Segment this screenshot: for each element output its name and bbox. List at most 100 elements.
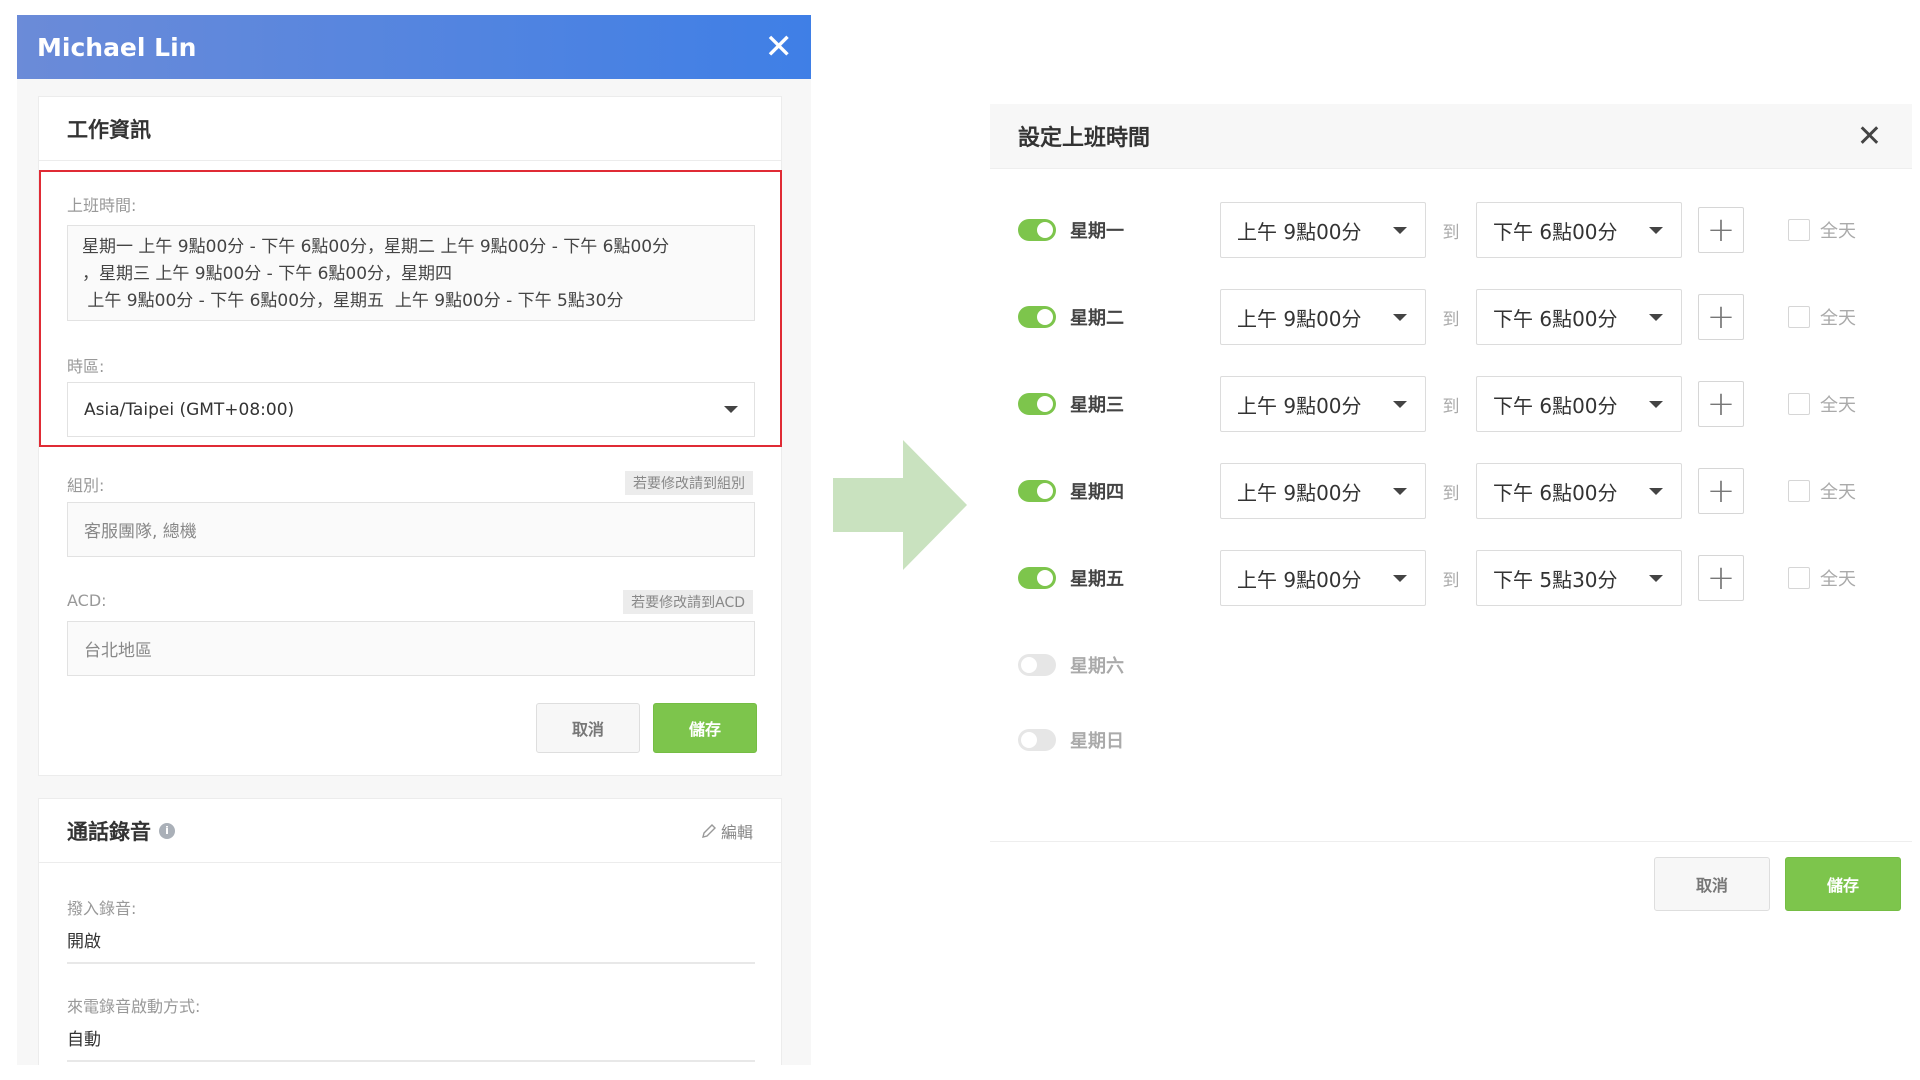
- day-label: 星期三: [1070, 395, 1124, 416]
- start-time-value: 上午 9點00分: [1237, 393, 1362, 418]
- dialog-header: 設定上班時間 ✕: [990, 104, 1912, 169]
- group-edit-hint: 若要修改請到組別: [625, 471, 753, 495]
- call-recording-card: 通話錄音 i 編輯 撥入錄音: 開啟 來電錄音啟動方式: 自動: [38, 798, 782, 1065]
- day-row: 星期六: [1018, 637, 1898, 693]
- allday-checkbox[interactable]: 全天: [1788, 565, 1856, 591]
- worktime-dialog: 設定上班時間 ✕ 星期一 上午 9點00分 到 下午 6點00分 + 全天 星期…: [990, 104, 1912, 924]
- worktime-line: 上午 9點00分 - 下午 6點00分，星期五 上午 9點00分 - 下午 5點…: [82, 291, 624, 311]
- checkbox-box[interactable]: [1788, 219, 1810, 241]
- start-time-select[interactable]: 上午 9點00分: [1220, 376, 1426, 432]
- recording-title-group: 通話錄音 i: [67, 816, 175, 846]
- day-toggle[interactable]: [1018, 219, 1056, 241]
- timezone-select[interactable]: Asia/Taipei (GMT+08:00): [67, 382, 755, 437]
- day-toggle[interactable]: [1018, 654, 1056, 676]
- day-toggle[interactable]: [1018, 480, 1056, 502]
- acd-value: 台北地區: [84, 641, 152, 661]
- end-time-select[interactable]: 下午 6點00分: [1476, 289, 1682, 345]
- agent-detail-panel: Michael Lin ✕ 工作資訊 上班時間: 星期一 上午 9點00分 - …: [17, 15, 811, 1065]
- day-label: 星期一: [1070, 221, 1124, 242]
- end-time-value: 下午 6點00分: [1493, 393, 1618, 418]
- start-time-select[interactable]: 上午 9點00分: [1220, 289, 1426, 345]
- panel-header: Michael Lin ✕: [17, 15, 811, 79]
- pencil-icon: [702, 823, 716, 838]
- plus-icon[interactable]: +: [1698, 294, 1744, 340]
- chevron-down-icon: [1393, 487, 1407, 495]
- start-time-select[interactable]: 上午 9點00分: [1220, 463, 1426, 519]
- chevron-down-icon: [1649, 400, 1663, 408]
- chevron-down-icon: [1649, 313, 1663, 321]
- work-info-title: 工作資訊: [39, 97, 781, 161]
- day-toggle[interactable]: [1018, 306, 1056, 328]
- allday-checkbox[interactable]: 全天: [1788, 391, 1856, 417]
- plus-icon[interactable]: +: [1698, 381, 1744, 427]
- incoming-mode-item: 來電錄音啟動方式: 自動: [67, 993, 755, 1062]
- chevron-down-icon: [1393, 313, 1407, 321]
- to-label: 到: [1442, 396, 1460, 417]
- edit-label: 編輯: [720, 822, 753, 842]
- checkbox-box[interactable]: [1788, 480, 1810, 502]
- worktime-label: 上班時間:: [67, 196, 137, 215]
- allday-label: 全天: [1820, 221, 1856, 242]
- chevron-down-icon: [1649, 226, 1663, 234]
- group-field: 客服團隊, 總機: [67, 502, 755, 557]
- day-row: 星期五 上午 9點00分 到 下午 5點30分 + 全天: [1018, 550, 1898, 606]
- right-arrow-icon: [833, 440, 967, 570]
- cancel-button[interactable]: 取消: [536, 703, 640, 753]
- start-time-value: 上午 9點00分: [1237, 480, 1362, 505]
- allday-checkbox[interactable]: 全天: [1788, 304, 1856, 330]
- start-time-select[interactable]: 上午 9點00分: [1220, 550, 1426, 606]
- day-row: 星期四 上午 9點00分 到 下午 6點00分 + 全天: [1018, 463, 1898, 519]
- end-time-select[interactable]: 下午 5點30分: [1476, 550, 1682, 606]
- checkbox-box[interactable]: [1788, 567, 1810, 589]
- end-time-value: 下午 6點00分: [1493, 219, 1618, 244]
- start-time-value: 上午 9點00分: [1237, 306, 1362, 331]
- end-time-select[interactable]: 下午 6點00分: [1476, 202, 1682, 258]
- chevron-down-icon: [1393, 226, 1407, 234]
- plus-icon[interactable]: +: [1698, 207, 1744, 253]
- to-label: 到: [1442, 570, 1460, 591]
- checkbox-box[interactable]: [1788, 393, 1810, 415]
- day-toggle[interactable]: [1018, 567, 1056, 589]
- end-time-value: 下午 6點00分: [1493, 480, 1618, 505]
- info-icon[interactable]: i: [159, 822, 175, 839]
- to-label: 到: [1442, 309, 1460, 330]
- timezone-value: Asia/Taipei (GMT+08:00): [84, 399, 295, 420]
- worktime-field[interactable]: 星期一 上午 9點00分 - 下午 6點00分，星期二 上午 9點00分 - 下…: [67, 225, 755, 321]
- start-time-select[interactable]: 上午 9點00分: [1220, 202, 1426, 258]
- to-label: 到: [1442, 483, 1460, 504]
- acd-field: 台北地區: [67, 621, 755, 676]
- allday-checkbox[interactable]: 全天: [1788, 478, 1856, 504]
- day-label: 星期日: [1070, 731, 1124, 752]
- group-value: 客服團隊, 總機: [84, 522, 197, 542]
- day-label: 星期四: [1070, 482, 1124, 503]
- start-time-value: 上午 9點00分: [1237, 567, 1362, 592]
- inbound-recording-item: 撥入錄音: 開啟: [67, 895, 755, 964]
- end-time-value: 下午 6點00分: [1493, 306, 1618, 331]
- chevron-down-icon: [1393, 400, 1407, 408]
- checkbox-box[interactable]: [1788, 306, 1810, 328]
- save-button[interactable]: 儲存: [1785, 857, 1901, 911]
- close-icon[interactable]: ✕: [765, 30, 794, 64]
- end-time-select[interactable]: 下午 6點00分: [1476, 463, 1682, 519]
- edit-button[interactable]: 編輯: [701, 819, 753, 843]
- plus-icon[interactable]: +: [1698, 555, 1744, 601]
- worktime-line: 星期一 上午 9點00分 - 下午 6點00分，星期二 上午 9點00分 - 下…: [82, 237, 670, 257]
- incoming-mode-label: 來電錄音啟動方式:: [67, 997, 201, 1016]
- day-label: 星期二: [1070, 308, 1124, 329]
- end-time-select[interactable]: 下午 6點00分: [1476, 376, 1682, 432]
- cancel-button[interactable]: 取消: [1654, 857, 1770, 911]
- day-row: 星期日: [1018, 712, 1898, 768]
- acd-label: ACD:: [67, 591, 107, 610]
- inbound-recording-value: 開啟: [67, 932, 101, 952]
- close-icon[interactable]: ✕: [1857, 119, 1882, 154]
- day-toggle[interactable]: [1018, 393, 1056, 415]
- day-label: 星期五: [1070, 569, 1124, 590]
- dialog-title: 設定上班時間: [1018, 126, 1151, 151]
- day-toggle[interactable]: [1018, 729, 1056, 751]
- chevron-down-icon: [724, 406, 738, 413]
- save-button[interactable]: 儲存: [653, 703, 757, 753]
- allday-checkbox[interactable]: 全天: [1788, 217, 1856, 243]
- recording-header: 通話錄音 i 編輯: [39, 799, 781, 863]
- chevron-down-icon: [1393, 574, 1407, 582]
- plus-icon[interactable]: +: [1698, 468, 1744, 514]
